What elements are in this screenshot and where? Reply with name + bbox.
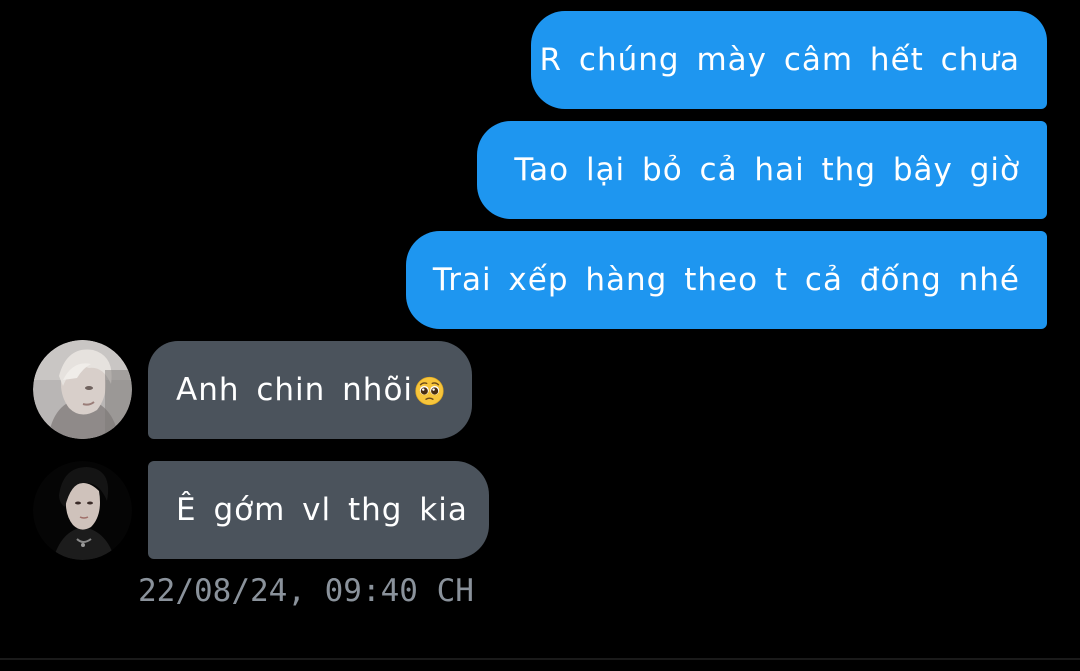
divider [0, 658, 1080, 660]
message-text: Trai xếp hàng theo t cả đống nhé [432, 262, 1020, 298]
outgoing-message-bubble[interactable]: Tao lại bỏ cả hai thg bây giờ [477, 121, 1047, 219]
incoming-message-bubble[interactable]: Ê gớm vl thg kia [148, 461, 489, 559]
message-timestamp: 22/08/24, 09:40 CH [138, 573, 474, 609]
outgoing-message-bubble[interactable]: Trai xếp hàng theo t cả đống nhé [406, 231, 1047, 329]
message-text: Anh chin nhõi [176, 372, 414, 408]
avatar-photo-icon [33, 461, 132, 560]
incoming-message-bubble[interactable]: Anh chin nhõi [148, 341, 472, 439]
message-text: Ê gớm vl thg kia [176, 492, 468, 528]
message-text: R chúng mày câm hết chưa [539, 42, 1020, 78]
sender-avatar[interactable] [33, 461, 132, 560]
outgoing-message-bubble[interactable]: R chúng mày câm hết chưa [531, 11, 1047, 109]
chat-thread: R chúng mày câm hết chưa Tao lại bỏ cả h… [0, 0, 1080, 671]
sender-avatar[interactable] [33, 340, 132, 439]
avatar-photo-icon [33, 340, 132, 439]
pleading-face-emoji [415, 376, 444, 406]
message-text: Tao lại bỏ cả hai thg bây giờ [514, 152, 1020, 188]
